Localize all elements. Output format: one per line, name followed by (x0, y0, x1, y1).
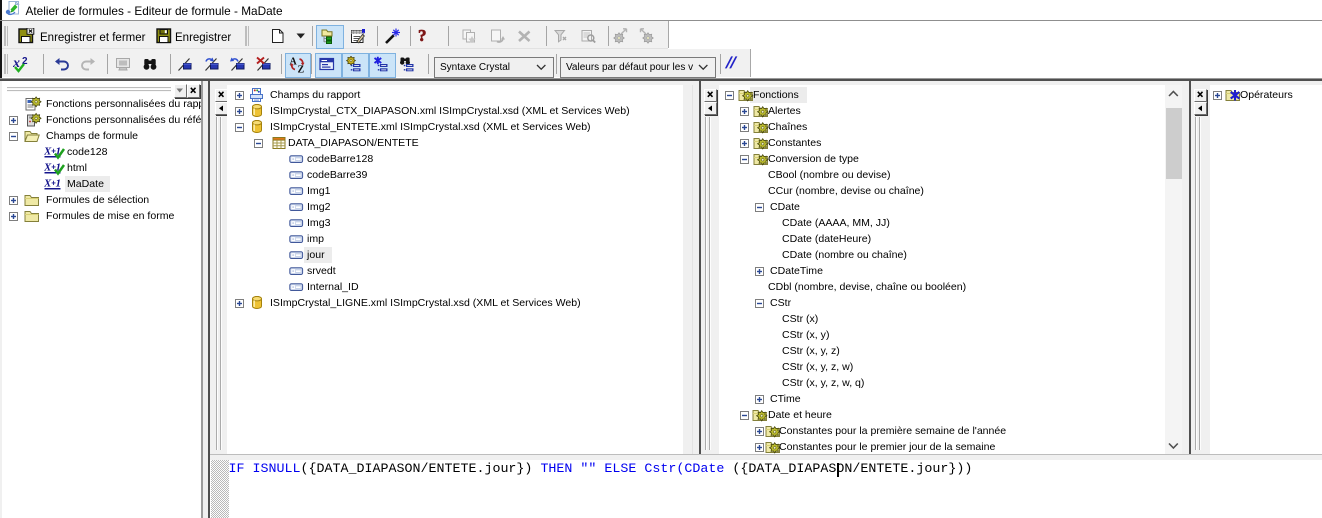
svg-text:1: 1 (56, 178, 62, 190)
svg-text:A: A (290, 57, 298, 68)
svg-text:Z: Z (298, 65, 305, 74)
